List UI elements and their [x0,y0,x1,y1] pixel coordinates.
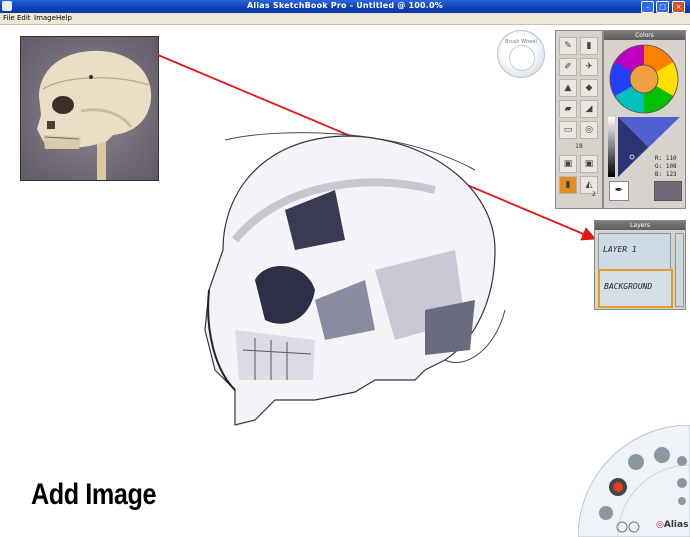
airbrush-tool[interactable]: ✈ [580,58,598,76]
brush-preset-icon: ▣ [563,159,573,169]
felt-pen-tool[interactable]: ▰ [559,100,577,118]
blur-icon: ◎ [585,125,593,135]
marker-icon: ▮ [586,41,592,51]
ballpoint-icon: ✐ [564,62,572,72]
dock-center[interactable] [509,45,535,71]
eyedropper-button[interactable]: ✒ [609,181,629,201]
layers-panel-title: Layers [595,221,685,230]
colors-panel: Colors R: 110 G: 108 B: 123 ✒ [603,30,686,209]
move-tool-icon[interactable] [599,506,613,520]
layers-panel: Layers LAYER 1 BACKGROUND [594,220,686,310]
brush-preset-2[interactable]: ▣ [580,155,598,173]
paintbrush-tool[interactable]: ▲ [559,79,577,97]
ballpoint-tool[interactable]: ✐ [559,58,577,76]
color-wheel[interactable] [609,44,679,114]
marker-tool[interactable]: ▮ [580,37,598,55]
brush-preset-active[interactable]: ▮ [559,176,577,194]
color-r-value: R: 110 [655,155,677,162]
brush-tool-icon[interactable] [628,454,644,470]
layers-scrollbar[interactable] [675,233,684,307]
paintbrush-icon: ▲ [564,83,572,93]
smudge-icon: ◢ [585,104,593,114]
layer-item[interactable]: LAYER 1 [598,233,671,270]
chisel-tool[interactable]: ◆ [580,79,598,97]
color-b-value: B: 123 [655,171,677,178]
brush-preset-icon: ▮ [565,180,571,190]
layer-name: LAYER 1 [603,245,637,254]
brush-badge: 2 [592,191,596,198]
chisel-icon: ◆ [585,83,593,93]
brush-preset-icon: ▣ [584,159,594,169]
pencil-icon: ✎ [564,41,572,51]
felt-pen-icon: ▰ [564,104,572,114]
brand-logo: ◎Alias [656,520,689,530]
layer-name: BACKGROUND [604,282,653,291]
blur-tool[interactable]: ◎ [580,121,598,139]
brush-size-label: 18 [575,143,583,150]
brush-wheel-dock[interactable]: Brush Wheel [497,30,545,78]
pencil-tool[interactable]: ✎ [559,37,577,55]
zoom-tool-icon[interactable] [677,478,687,488]
smudge-tool-icon[interactable] [654,447,670,463]
eraser-icon: ▭ [563,125,573,135]
eyedropper-icon: ✒ [614,185,624,196]
layers-tool-icon[interactable] [677,456,687,466]
options-icon[interactable] [678,497,686,505]
layer-item-active[interactable]: BACKGROUND [598,269,673,308]
current-color-swatch[interactable] [654,181,682,201]
color-g-value: G: 108 [655,163,677,170]
smudge-tool[interactable]: ◢ [580,100,598,118]
caption-text: Add Image [31,478,157,511]
skull-sketch [204,132,506,426]
airbrush-icon: ✈ [585,62,593,72]
brush-preset-icon: ◭ [585,180,593,190]
colors-panel-title: Colors [604,31,685,40]
brush-preset-1[interactable]: ▣ [559,155,577,173]
brushes-panel: ✎ ▮ ✐ ✈ ▲ ◆ ▰ ◢ ▭ ◎ 18 ▣ ▣ ▮ ◭ 2 [555,30,603,209]
eraser-tool[interactable]: ▭ [559,121,577,139]
